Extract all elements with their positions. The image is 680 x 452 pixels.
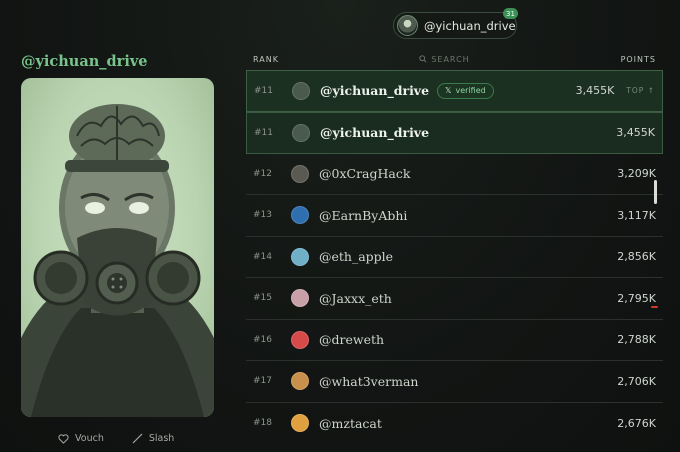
rank-cell: #15 — [253, 293, 272, 304]
rank-cell: #14 — [253, 251, 272, 262]
current-user-name: @yichuan_drive — [424, 18, 516, 33]
table-row[interactable]: #13 @EarnByAbhi 3,117K — [246, 195, 663, 237]
verified-badge: 𝕏 verified — [437, 82, 494, 99]
slash-label: Slash — [148, 433, 175, 444]
avatar — [292, 123, 310, 142]
user-name: @mztacat — [319, 415, 382, 431]
avatar — [291, 372, 309, 391]
current-user-pill[interactable]: @yichuan_drive 31 — [393, 8, 518, 39]
rank-cell: #17 — [253, 376, 272, 387]
avatar — [291, 289, 309, 308]
table-row[interactable]: #12 @0xCragHack 3,209K — [246, 154, 663, 195]
points-cell: 2,676K — [617, 416, 656, 430]
avatar — [292, 81, 310, 100]
avatar — [291, 206, 309, 225]
points-cell: 3,209K — [617, 167, 656, 181]
rank-cell: #18 — [253, 418, 272, 429]
user-name: @what3verman — [319, 373, 419, 389]
cursor-mark — [651, 306, 658, 308]
rank-cell: #12 — [253, 168, 272, 179]
profile-image — [21, 78, 214, 417]
user-avatar — [397, 15, 418, 36]
rank-header: RANK — [253, 54, 279, 64]
table-header: RANK SEARCH POINTS — [246, 48, 663, 70]
leaderboard-table: RANK SEARCH POINTS #11 @yichuan_drive 𝕏 … — [246, 48, 663, 444]
points-cell: 2,788K — [617, 333, 656, 347]
points-cell: 3,455K — [575, 84, 615, 98]
avatar — [291, 164, 309, 183]
table-row[interactable]: #11 @yichuan_drive 3,455K — [246, 111, 663, 154]
search-field[interactable]: SEARCH — [306, 55, 583, 64]
x-icon: 𝕏 — [445, 86, 452, 96]
user-name: @dreweth — [319, 332, 385, 348]
notification-badge: 31 — [503, 8, 518, 19]
table-row[interactable]: #16 @dreweth 2,788K — [246, 320, 663, 361]
user-name: @Jaxxx_eth — [319, 290, 392, 306]
table-row[interactable]: #14 @eth_apple 2,856K — [246, 237, 663, 278]
slash-button[interactable]: Slash — [132, 433, 174, 444]
user-name: @eth_apple — [319, 249, 394, 265]
table-row[interactable]: #18 @mztacat 2,676K — [246, 403, 663, 445]
rank-cell: #13 — [253, 210, 272, 221]
user-name: @yichuan_drive — [320, 83, 430, 99]
heart-icon — [58, 433, 69, 444]
user-name: @0xCragHack — [319, 166, 411, 182]
rank-cell: #11 — [254, 85, 273, 96]
avatar — [291, 330, 309, 349]
points-cell: 2,856K — [617, 250, 656, 264]
top-link[interactable]: TOP ↑ — [626, 86, 662, 95]
points-cell: 2,795K — [617, 291, 656, 305]
scrollbar[interactable] — [654, 180, 657, 204]
pinned-user-row[interactable]: #11 @yichuan_drive 𝕏 verified 3,455K TOP… — [246, 70, 663, 112]
table-row[interactable]: #15 @Jaxxx_eth 2,795K — [246, 278, 663, 320]
rank-cell: #16 — [253, 334, 272, 345]
search-icon — [419, 55, 427, 63]
search-label: SEARCH — [431, 54, 470, 64]
points-cell: 3,455K — [616, 126, 655, 139]
avatar — [291, 414, 309, 433]
slash-icon — [132, 433, 143, 444]
table-row[interactable]: #17 @what3verman 2,706K — [246, 361, 663, 403]
vouch-label: Vouch — [75, 433, 104, 444]
vouch-button[interactable]: Vouch — [58, 433, 104, 444]
rank-cell: #11 — [254, 127, 273, 138]
avatar — [291, 247, 309, 266]
user-name: @yichuan_drive — [320, 125, 430, 140]
points-header: POINTS — [620, 54, 656, 64]
profile-handle: @yichuan_drive — [21, 53, 148, 70]
verified-label: verified — [455, 86, 486, 96]
points-cell: 2,706K — [617, 374, 656, 388]
user-name: @EarnByAbhi — [319, 207, 408, 223]
profile-actions: Vouch Slash — [58, 433, 174, 444]
points-cell: 3,117K — [617, 208, 656, 222]
